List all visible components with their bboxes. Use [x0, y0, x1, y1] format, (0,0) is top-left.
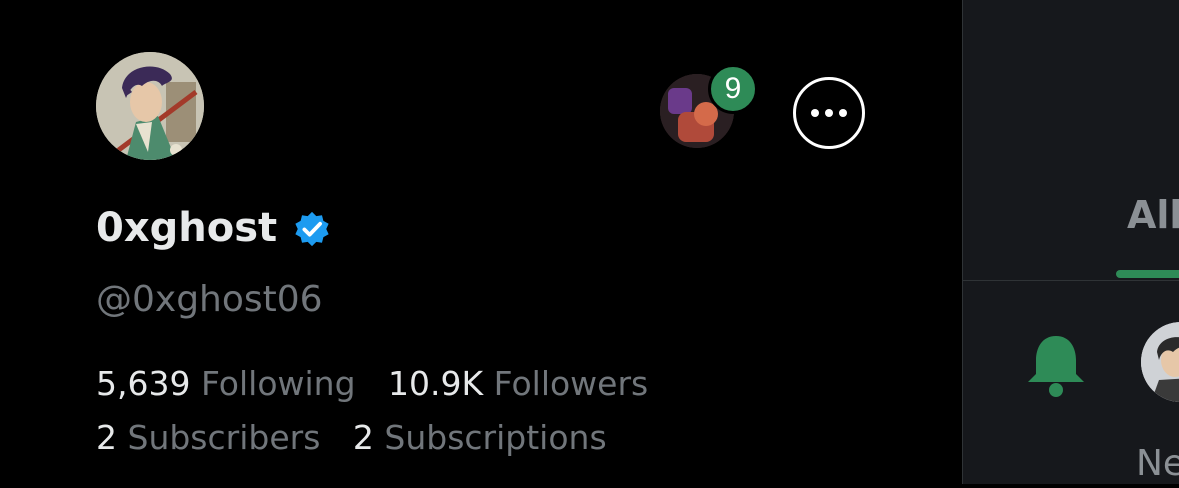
verified-badge-icon — [295, 211, 329, 247]
avatar-image — [96, 52, 204, 160]
more-options-button[interactable] — [793, 77, 865, 149]
following-label: Following — [200, 364, 356, 403]
notifications-panel — [962, 0, 1179, 484]
bell-icon — [1028, 336, 1084, 397]
stats-row-secondary: 2 Subscribers 2 Subscriptions — [96, 416, 607, 460]
following-stat[interactable]: 5,639 Following — [96, 362, 356, 406]
notification-text: Ne — [1136, 443, 1179, 484]
subscribers-label: Subscribers — [127, 418, 321, 457]
stats-row-primary: 5,639 Following 10.9K Followers — [96, 362, 648, 406]
tab-all[interactable]: All — [1127, 190, 1179, 240]
tab-divider — [962, 280, 1179, 281]
display-name: 0xghost — [96, 205, 278, 251]
active-tab-indicator — [1116, 270, 1179, 278]
followers-count: 10.9K — [388, 364, 484, 403]
followers-stat[interactable]: 10.9K Followers — [388, 362, 648, 406]
subscriptions-label: Subscriptions — [384, 418, 607, 457]
ellipsis-icon — [811, 109, 819, 117]
subscribers-count: 2 — [96, 418, 117, 457]
ellipsis-dot — [839, 109, 847, 117]
followers-label: Followers — [493, 364, 649, 403]
ellipsis-dot — [825, 109, 833, 117]
subscribers-stat[interactable]: 2 Subscribers — [96, 416, 320, 460]
profile-panel: 9 0xghost @0xghost06 5,639 Following 10.… — [0, 0, 962, 484]
user-handle: @0xghost06 — [96, 279, 323, 320]
subscriptions-count: 2 — [352, 418, 374, 457]
following-count: 5,639 — [96, 364, 191, 403]
profile-avatar[interactable] — [96, 52, 204, 160]
drafts-count-badge: 9 — [708, 64, 758, 114]
subscriptions-stat[interactable]: 2 Subscriptions — [353, 416, 607, 460]
